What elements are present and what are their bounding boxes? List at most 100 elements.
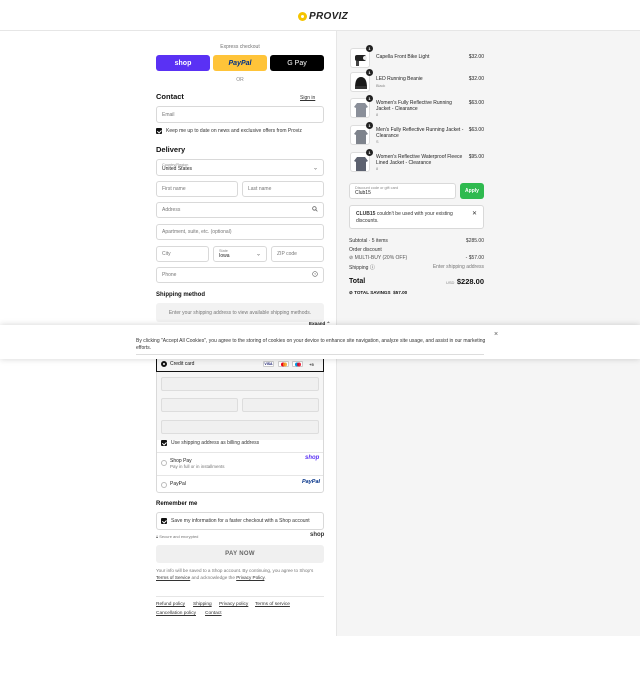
card-number-field[interactable] xyxy=(161,377,319,391)
multibuy-row: ⊘ MULTI-BUY (20% OFF) xyxy=(349,255,407,261)
country-select[interactable]: Country/Region United States ⌄ xyxy=(156,159,324,176)
state-select[interactable]: State Iowa ⌄ xyxy=(213,246,267,262)
pay-now-button[interactable]: PAY NOW xyxy=(156,545,324,563)
remember-checkbox[interactable] xyxy=(161,518,167,524)
cart-item: 1 Women's Fully Reflective Running Jacke… xyxy=(350,95,484,120)
item-price: $32.00 xyxy=(468,54,484,60)
item-name: Women's Fully Reflective Running Jacket … xyxy=(376,100,452,112)
security-code-field[interactable] xyxy=(242,398,319,412)
item-variant: 8 xyxy=(376,113,379,117)
quantity-badge: 1 xyxy=(366,122,373,129)
legal-middle: and acknowledge the xyxy=(190,574,237,580)
help-icon[interactable]: ? xyxy=(312,271,318,279)
discount-code-field[interactable]: Discount code or gift card Club15 xyxy=(349,183,456,199)
subtotal-value: $285.00 xyxy=(465,238,484,244)
item-name: LED Running Beanie xyxy=(376,76,423,82)
currency-label: USD xyxy=(446,280,455,285)
discount-error: CLUB15 couldn't be used with your existi… xyxy=(349,205,484,229)
item-name: Men's Fully Reflective Running Jacket - … xyxy=(376,127,464,139)
sign-in-link[interactable]: Sign in xyxy=(300,95,315,101)
item-price: $95.00 xyxy=(468,154,484,160)
email-placeholder: Email xyxy=(162,111,175,118)
address-field[interactable]: Address xyxy=(156,202,324,218)
expiration-field[interactable] xyxy=(161,398,238,412)
proviz-logo[interactable]: PROVIZ xyxy=(298,10,348,22)
legal-prefix: Your info will be saved to a Shop accoun… xyxy=(156,568,314,573)
discount-error-text: CLUB15 couldn't be used with your existi… xyxy=(356,211,461,224)
footer-terms-of-service[interactable]: Terms of service xyxy=(255,602,290,607)
shop-pay-button[interactable]: shop xyxy=(156,55,210,71)
quantity-badge: 1 xyxy=(366,95,373,102)
cart-item: 1 LED Running Beanie Black $32.00 xyxy=(350,69,484,94)
footer-cancellation-policy[interactable]: Cancellation policy xyxy=(156,611,196,616)
paypal-radio[interactable] xyxy=(161,482,167,488)
tag-icon: ⊘ xyxy=(349,255,354,261)
remember-me-title: Remember me xyxy=(156,501,198,507)
svg-text:?: ? xyxy=(314,272,316,276)
shop-pay-logo: shop xyxy=(305,455,320,461)
terms-of-service-link[interactable]: Terms of Service xyxy=(156,575,190,580)
privacy-policy-link[interactable]: Privacy Policy xyxy=(236,575,264,580)
maestro-icon xyxy=(292,361,303,367)
error-code: CLUB15 xyxy=(356,211,376,217)
footer-shipping[interactable]: Shipping xyxy=(193,602,212,607)
brand-name: PROVIZ xyxy=(309,10,349,22)
cart-item: 1 Women's Reflective Waterproof Fleece L… xyxy=(350,149,484,174)
chevron-down-icon: ⌄ xyxy=(255,251,261,258)
item-name: Women's Reflective Waterproof Fleece Lin… xyxy=(376,154,463,166)
mastercard-icon xyxy=(278,361,289,367)
first-name-placeholder: First name xyxy=(162,186,186,192)
address-placeholder: Address xyxy=(162,207,181,213)
last-name-field[interactable]: Last name xyxy=(242,181,324,197)
shop-pay-sublabel: Pay in full or in installments xyxy=(170,464,225,469)
first-name-field[interactable]: First name xyxy=(156,181,238,197)
footer-contact[interactable]: Contact xyxy=(205,611,222,616)
secure-note: 🔒︎ Secure and encrypted xyxy=(156,534,198,539)
apartment-field[interactable]: Apartment, suite, etc. (optional) xyxy=(156,224,324,240)
credit-card-radio[interactable] xyxy=(161,361,167,367)
divider xyxy=(157,452,323,453)
item-name: Capella Front Bike Light xyxy=(376,54,430,60)
footer-refund-policy[interactable]: Refund policy xyxy=(156,602,185,607)
zip-field[interactable]: ZIP code xyxy=(271,246,324,262)
name-on-card-field[interactable] xyxy=(161,420,319,434)
news-checkbox[interactable] xyxy=(156,128,162,134)
more-cards-badge: +5 xyxy=(309,361,314,367)
secure-label: Secure and encrypted xyxy=(159,534,199,539)
multibuy-value: - $57.00 xyxy=(465,255,484,261)
billing-checkbox[interactable] xyxy=(161,440,167,446)
contact-title: Contact xyxy=(156,92,184,101)
search-icon xyxy=(312,206,318,214)
remember-label: Save my information for a faster checkou… xyxy=(171,518,310,524)
item-price: $63.00 xyxy=(468,127,484,133)
express-checkout-label: Express checkout xyxy=(220,44,260,50)
zip-placeholder: ZIP code xyxy=(277,251,297,257)
last-name-placeholder: Last name xyxy=(248,186,272,192)
email-field[interactable]: Email xyxy=(156,106,324,123)
shipping-summary-value: Enter shipping address xyxy=(432,264,484,270)
quantity-badge: 1 xyxy=(366,45,373,52)
total-savings: ⊘ TOTAL SAVINGS $57.00 xyxy=(349,290,407,296)
help-icon[interactable]: ⓘ xyxy=(370,265,375,271)
close-icon[interactable]: × xyxy=(494,331,498,338)
close-icon[interactable]: ✕ xyxy=(472,210,477,217)
apply-button[interactable]: Apply xyxy=(460,183,484,199)
savings-value: $57.00 xyxy=(393,290,408,295)
phone-placeholder: Phone xyxy=(162,272,177,278)
phone-field[interactable]: Phone ? xyxy=(156,267,324,283)
footer-privacy-policy[interactable]: Privacy policy xyxy=(219,602,248,607)
shop-logo: shop xyxy=(310,532,325,538)
billing-label: Use shipping address as billing address xyxy=(171,440,260,446)
paypal-button[interactable]: PayPal xyxy=(213,55,267,71)
google-pay-button[interactable]: G Pay xyxy=(270,55,324,71)
city-field[interactable]: City xyxy=(156,246,209,262)
legal-text: Your info will be saved to a Shop accoun… xyxy=(156,568,324,581)
cookie-text: By clicking "Accept All Cookies", you ag… xyxy=(136,338,486,351)
state-value: Iowa xyxy=(219,253,230,259)
quantity-badge: 1 xyxy=(366,69,373,76)
shop-pay-radio[interactable] xyxy=(161,460,167,466)
item-price: $32.00 xyxy=(468,76,484,82)
chevron-down-icon: ⌄ xyxy=(312,165,318,171)
total-value: $228.00 xyxy=(456,277,484,286)
multibuy-label: MULTI-BUY (20% OFF) xyxy=(354,255,408,261)
